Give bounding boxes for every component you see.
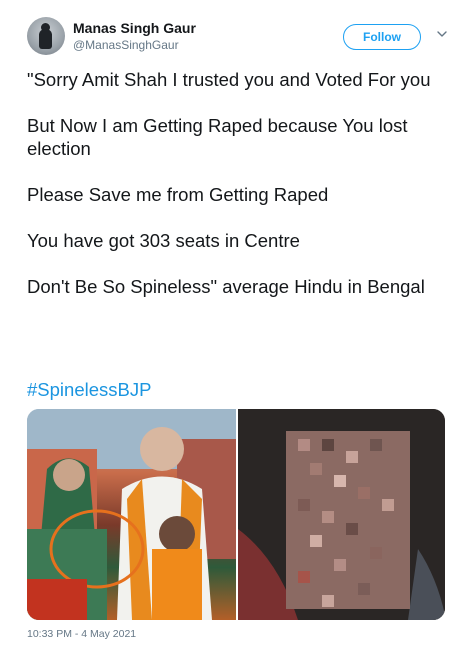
tweet-timestamp[interactable]: 10:33 PM - 4 May 2021	[27, 628, 136, 640]
tweet-paragraph: You have got 303 seats in Centre	[27, 230, 300, 251]
follow-button[interactable]: Follow	[343, 24, 421, 50]
tweet-text: "Sorry Amit Shah I trusted you and Voted…	[27, 68, 452, 321]
tweet-header: Manas Singh Gaur @ManasSinghGaur Follow	[27, 17, 449, 59]
user-names[interactable]: Manas Singh Gaur @ManasSinghGaur	[73, 19, 196, 53]
media-divider	[235, 409, 237, 620]
hashtag-link[interactable]: #SpinelessBJP	[27, 378, 151, 401]
media-grid	[27, 409, 445, 620]
tweet-paragraph: Don't Be So Spineless" average Hindu in …	[27, 276, 425, 297]
media-photo-2[interactable]	[237, 409, 445, 620]
pixelated-censor-block	[285, 431, 410, 609]
avatar[interactable]	[27, 17, 65, 55]
avatar-body-shape	[39, 29, 52, 49]
tweet-paragraph: "Sorry Amit Shah I trusted you and Voted…	[27, 69, 431, 90]
user-handle[interactable]: @ManasSinghGaur	[73, 37, 196, 53]
tweet-paragraph: But Now I am Getting Raped because You l…	[27, 115, 413, 159]
tweet-card: Manas Singh Gaur @ManasSinghGaur Follow …	[0, 0, 469, 648]
photo-politician-group	[27, 409, 236, 620]
chevron-down-icon[interactable]	[435, 27, 449, 41]
tweet-paragraph: Please Save me from Getting Raped	[27, 184, 329, 205]
display-name[interactable]: Manas Singh Gaur	[73, 19, 196, 37]
media-photo-1[interactable]	[27, 409, 236, 620]
photo-pixelated	[237, 409, 445, 620]
